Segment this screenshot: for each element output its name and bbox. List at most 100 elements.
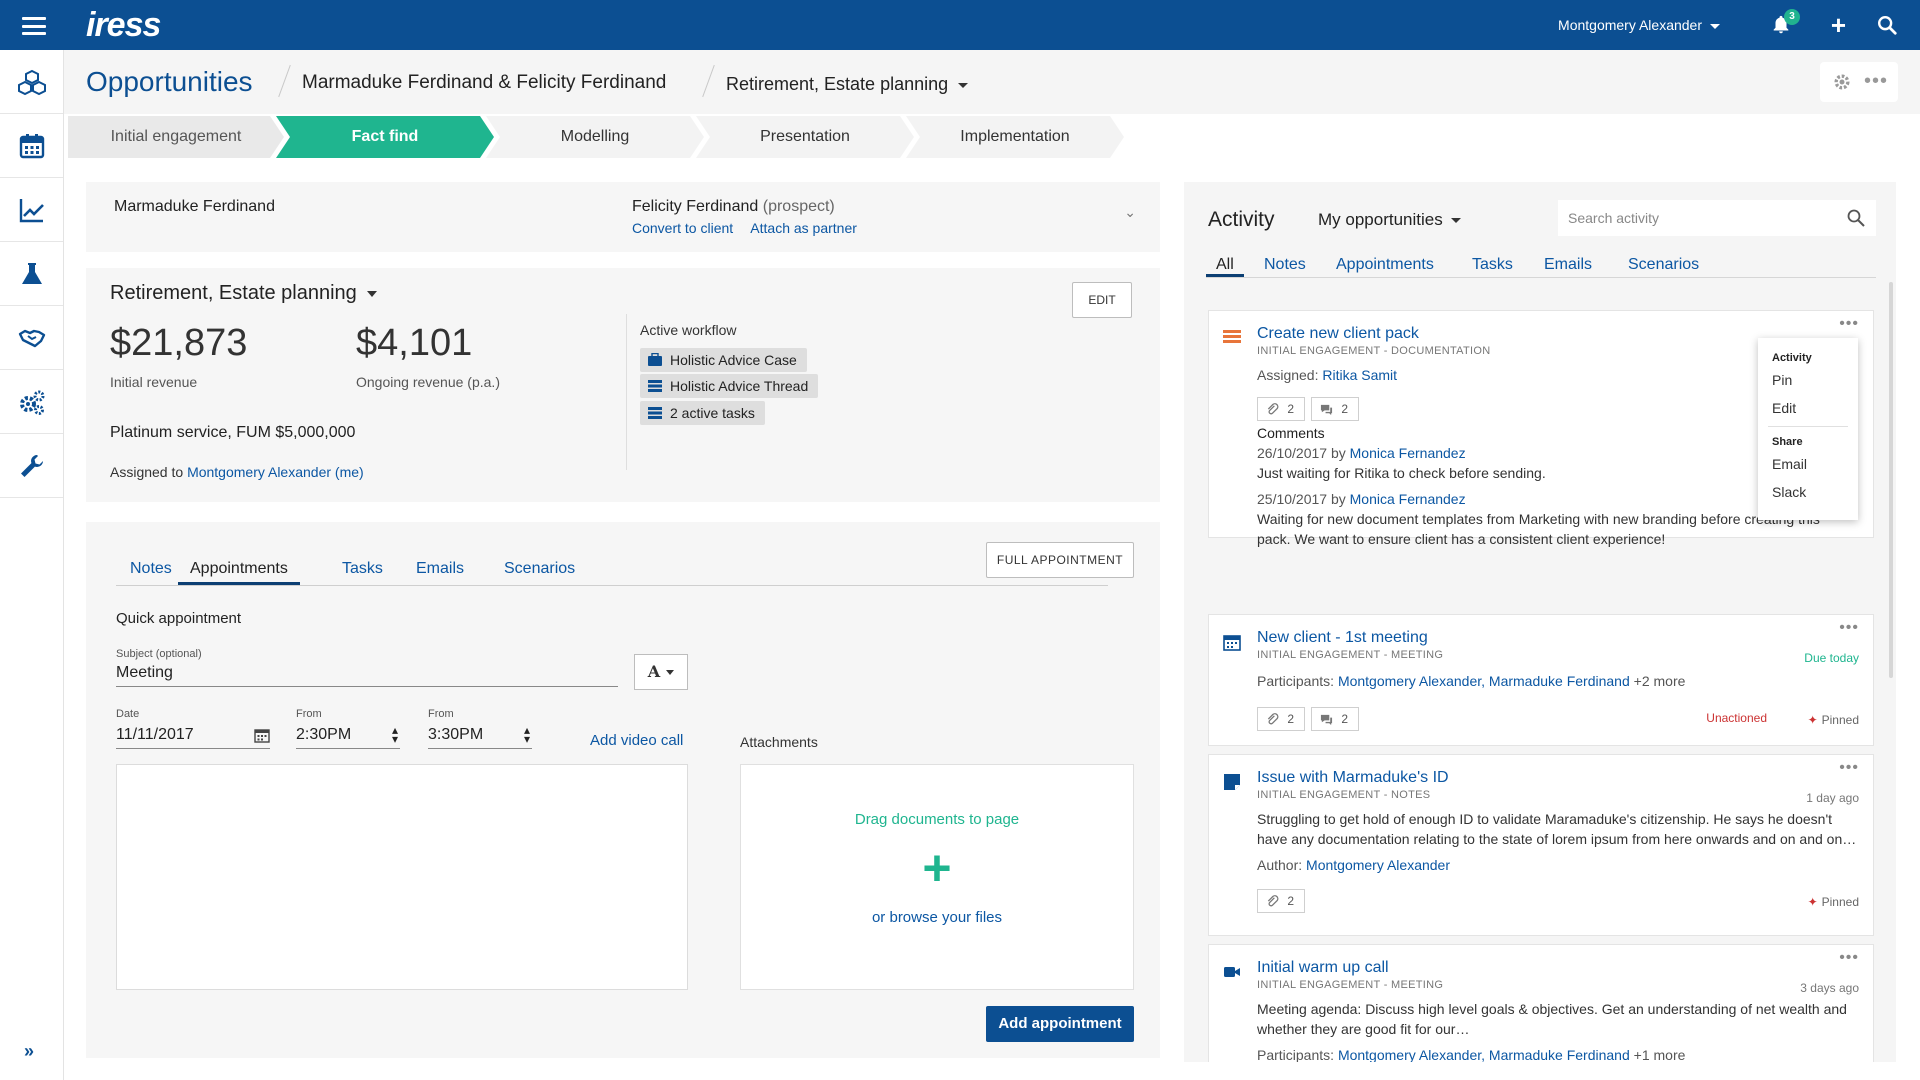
attachment-dropzone[interactable]: Drag documents to page + or browse your … — [740, 764, 1134, 990]
expand-rail-icon[interactable]: » — [24, 1041, 34, 1062]
step-initial-engagement[interactable]: Initial engagement — [68, 116, 284, 158]
tab-tasks[interactable]: Tasks — [342, 560, 383, 578]
workflow-chip-case[interactable]: Holistic Advice Case — [640, 348, 807, 372]
activity-card[interactable]: Initial warm up call INITIAL ENGAGEMENT … — [1208, 944, 1874, 1062]
tab-scenarios[interactable]: Scenarios — [1628, 256, 1699, 274]
participants-more[interactable]: +2 more — [1634, 673, 1686, 689]
attachments-chip[interactable]: 2 — [1257, 889, 1305, 913]
tab-emails[interactable]: Emails — [416, 560, 464, 578]
date-input[interactable]: 11/11/2017 — [116, 726, 270, 749]
comment-author-link[interactable]: Monica Fernandez — [1350, 491, 1466, 507]
workflow-chip-tasks[interactable]: 2 active tasks — [640, 401, 765, 425]
add-icon[interactable]: + — [1831, 12, 1846, 38]
pinned-badge[interactable]: Pinned — [1808, 713, 1859, 727]
tab-notes[interactable]: Notes — [130, 560, 172, 578]
assigned-user-link[interactable]: Montgomery Alexander (me) — [187, 464, 364, 480]
stepper-icon[interactable]: ▴ ▾ — [524, 724, 530, 745]
chevron-down-icon — [1710, 23, 1720, 29]
full-appointment-button[interactable]: FULL APPOINTMENT — [986, 542, 1134, 578]
status-badge: Unactioned — [1706, 711, 1767, 725]
activity-search-input[interactable]: Search activity — [1558, 200, 1876, 236]
font-format-button[interactable]: A — [634, 654, 688, 690]
convert-to-client-link[interactable]: Convert to client — [632, 220, 733, 236]
search-icon[interactable] — [1846, 208, 1866, 228]
participants-more[interactable]: +1 more — [1634, 1047, 1686, 1062]
expand-chevron-icon[interactable]: ⌄ — [1124, 204, 1136, 221]
rail-item-tools[interactable] — [0, 434, 63, 498]
user-menu[interactable]: Montgomery Alexander — [1558, 17, 1720, 33]
workflow-chip-thread[interactable]: Holistic Advice Thread — [640, 374, 819, 398]
activity-title-link[interactable]: Initial warm up call — [1257, 959, 1389, 977]
opportunity-details: Retirement, Estate planning EDIT $21,873… — [86, 268, 1160, 502]
stepper-icon[interactable]: ▴ ▾ — [392, 724, 398, 745]
add-video-call-link[interactable]: Add video call — [590, 732, 683, 749]
opportunity-title[interactable]: Retirement, Estate planning — [110, 282, 377, 305]
pinned-badge[interactable]: Pinned — [1808, 895, 1859, 909]
tab-notes[interactable]: Notes — [1264, 256, 1306, 274]
end-time-input[interactable]: 3:30PM ▴ ▾ — [428, 724, 532, 749]
edit-button[interactable]: EDIT — [1072, 282, 1132, 318]
participants-link[interactable]: Montgomery Alexander, Marmaduke Ferdinan… — [1338, 673, 1630, 689]
step-implementation[interactable]: Implementation — [906, 116, 1124, 158]
participants-link[interactable]: Montgomery Alexander, Marmaduke Ferdinan… — [1338, 1047, 1630, 1062]
comment-meta: 25/10/2017 by Monica Fernandez — [1257, 491, 1466, 507]
more-icon[interactable]: ••• — [1839, 759, 1859, 777]
assigned-label: Assigned: — [1257, 367, 1319, 383]
tab-all[interactable]: All — [1206, 256, 1244, 277]
appointment-notes-textarea[interactable] — [116, 764, 688, 990]
activity-title-link[interactable]: New client - 1st meeting — [1257, 629, 1428, 647]
breadcrumb-clients[interactable]: Marmaduke Ferdinand & Felicity Ferdinand — [302, 72, 666, 94]
search-icon[interactable] — [1876, 14, 1898, 36]
gear-icon[interactable] — [1832, 72, 1852, 92]
attachments-chip[interactable]: 2 — [1257, 707, 1305, 731]
step-fact-find[interactable]: Fact find — [276, 116, 494, 158]
calendar-icon[interactable] — [254, 727, 270, 743]
tab-scenarios[interactable]: Scenarios — [504, 560, 575, 578]
tab-appointments[interactable]: Appointments — [178, 560, 300, 585]
rail-item-products[interactable] — [0, 50, 63, 114]
activity-filter[interactable]: My opportunities — [1318, 210, 1461, 230]
menu-item-pin[interactable]: Pin — [1772, 372, 1792, 388]
start-time-input[interactable]: 2:30PM ▴ ▾ — [296, 724, 400, 749]
assigned-user-link[interactable]: Ritika Samit — [1322, 367, 1397, 383]
comment-author-link[interactable]: Monica Fernandez — [1350, 445, 1466, 461]
attach-as-partner-link[interactable]: Attach as partner — [750, 220, 857, 236]
activity-title-link[interactable]: Issue with Marmaduke's ID — [1257, 769, 1449, 787]
browse-files-link[interactable]: or browse your files — [741, 909, 1133, 926]
activity-card[interactable]: New client - 1st meeting INITIAL ENGAGEM… — [1208, 614, 1874, 746]
plan-selector[interactable]: Retirement, Estate planning — [726, 74, 969, 95]
menu-item-slack[interactable]: Slack — [1772, 484, 1806, 500]
menu-icon[interactable] — [22, 17, 46, 35]
subject-input[interactable]: Meeting — [116, 664, 618, 687]
rail-item-clients[interactable] — [0, 306, 63, 370]
plan-label: Retirement, Estate planning — [726, 74, 949, 94]
activity-card[interactable]: Issue with Marmaduke's ID INITIAL ENGAGE… — [1208, 754, 1874, 936]
rail-item-settings[interactable] — [0, 370, 63, 434]
rail-item-calendar[interactable] — [0, 114, 63, 178]
menu-item-edit[interactable]: Edit — [1772, 400, 1796, 416]
more-icon[interactable]: ••• — [1839, 949, 1859, 967]
activity-scrollbar[interactable] — [1889, 282, 1893, 678]
more-icon[interactable]: ••• — [1839, 619, 1859, 637]
comments-chip[interactable]: 2 — [1311, 397, 1359, 421]
step-presentation[interactable]: Presentation — [696, 116, 914, 158]
workflow-steps: Initial engagement Fact find Modelling P… — [64, 116, 1124, 158]
rail-item-lab[interactable] — [0, 242, 63, 306]
activity-title-link[interactable]: Create new client pack — [1257, 325, 1419, 343]
tab-emails[interactable]: Emails — [1544, 256, 1592, 274]
add-appointment-button[interactable]: Add appointment — [986, 1006, 1134, 1042]
more-icon[interactable]: ••• — [1864, 70, 1888, 93]
attachments-chip[interactable]: 2 — [1257, 397, 1305, 421]
comments-chip[interactable]: 2 — [1311, 707, 1359, 731]
tab-tasks[interactable]: Tasks — [1472, 256, 1513, 274]
author-link[interactable]: Montgomery Alexander — [1306, 857, 1450, 873]
step-modelling[interactable]: Modelling — [486, 116, 704, 158]
logo[interactable]: iress — [86, 6, 161, 45]
more-icon[interactable]: ••• — [1839, 315, 1859, 333]
add-file-icon[interactable]: + — [741, 843, 1133, 893]
page-title[interactable]: Opportunities — [86, 66, 253, 98]
tab-appointments[interactable]: Appointments — [1336, 256, 1434, 274]
rail-item-analytics[interactable] — [0, 178, 63, 242]
appointments-panel: Notes Appointments Tasks Emails Scenario… — [86, 522, 1160, 1058]
menu-item-email[interactable]: Email — [1772, 456, 1807, 472]
